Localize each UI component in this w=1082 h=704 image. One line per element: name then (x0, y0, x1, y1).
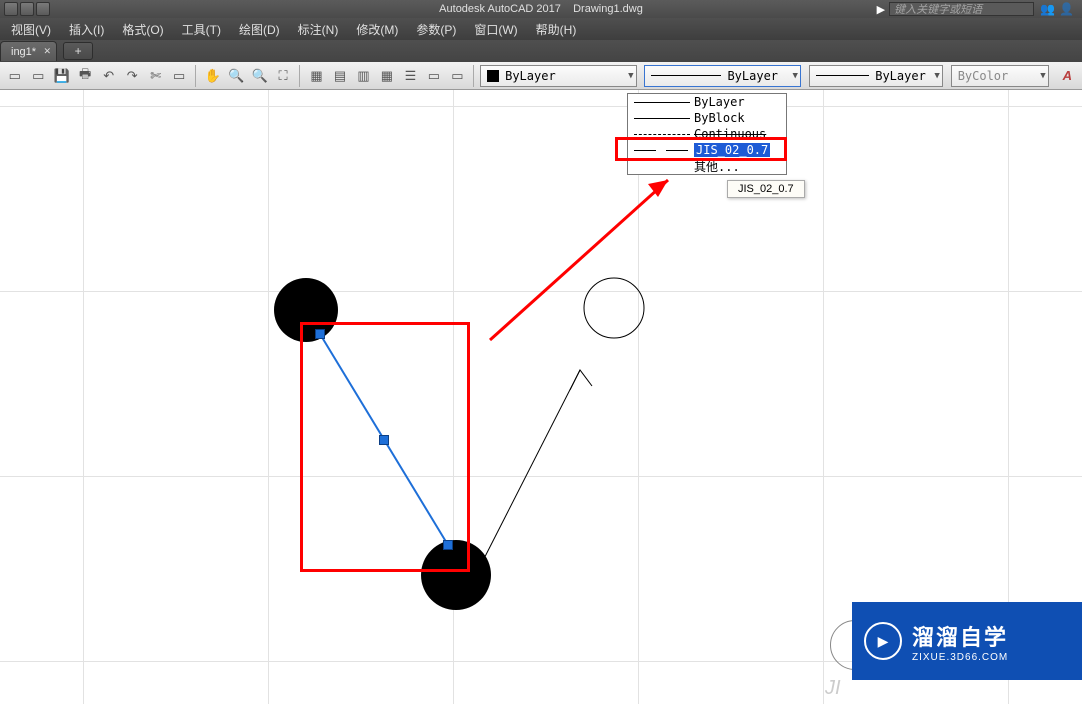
chevron-down-icon: ▼ (934, 71, 939, 81)
grip-end2[interactable] (443, 540, 453, 550)
layout-btn-7[interactable]: ▭ (447, 65, 468, 87)
window-title: Autodesk AutoCAD 2017 Drawing1.dwg (439, 3, 643, 15)
plotstyle-dropdown[interactable]: ByColor ▼ (951, 65, 1049, 87)
zoom-out-btn[interactable]: 🔍 (249, 65, 270, 87)
qat-btn-2[interactable] (20, 2, 34, 16)
linetype-dropdown-list: ByLayer ByBlock Continuous JIS_02_0.7 其他… (627, 93, 787, 175)
menu-tools[interactable]: 工具(T) (173, 21, 230, 38)
linetype-item-byblock[interactable]: ByBlock (628, 110, 786, 126)
linetype-dropdown[interactable]: ByLayer ▼ (644, 65, 800, 87)
menu-parametric[interactable]: 参数(P) (407, 21, 465, 38)
add-tab-button[interactable]: + (63, 42, 93, 60)
print-btn[interactable]: 🖶 (74, 65, 95, 87)
layout-btn-5[interactable]: ☰ (400, 65, 421, 87)
plotstyle-value: ByColor (958, 69, 1009, 83)
line-sample (634, 102, 690, 103)
sep3 (473, 65, 475, 87)
watermark-url: ZIXUE.3D66.COM (912, 652, 1008, 663)
layer-color-value: ByLayer (505, 69, 556, 83)
cut-btn[interactable]: ✄ (145, 65, 166, 87)
line-sample (634, 118, 690, 119)
watermark-zh: 溜溜自学 (912, 620, 1008, 652)
doc-tabstrip: ing1* ✕ + (0, 40, 1082, 62)
linetype-item-other[interactable]: 其他... (628, 158, 786, 174)
search-icon[interactable]: ▶ (877, 3, 885, 16)
layout-btn-2[interactable]: ▤ (329, 65, 350, 87)
redo-btn[interactable]: ↷ (121, 65, 142, 87)
line-sample (634, 150, 690, 151)
menu-window[interactable]: 窗口(W) (465, 21, 526, 38)
title-right-icons: 👥 👤 (1040, 2, 1078, 16)
qat (4, 2, 304, 16)
paste-btn[interactable]: ▭ (168, 65, 189, 87)
doc-tab-drawing1[interactable]: ing1* ✕ (0, 41, 57, 61)
linetype-value: ByLayer (727, 69, 778, 83)
line-sample (816, 75, 869, 76)
grip-mid[interactable] (379, 435, 389, 445)
lineweight-dropdown[interactable]: ByLayer ▼ (809, 65, 943, 87)
menu-view[interactable]: 视图(V) (2, 21, 60, 38)
app-name: Autodesk AutoCAD 2017 (439, 3, 561, 15)
ghost-text: JI (825, 677, 841, 700)
info-search: ▶ 键入关键字或短语 (877, 2, 1034, 16)
menu-dimension[interactable]: 标注(N) (289, 21, 348, 38)
menubar: 视图(V) 插入(I) 格式(O) 工具(T) 绘图(D) 标注(N) 修改(M… (0, 18, 1082, 40)
menu-help[interactable]: 帮助(H) (527, 21, 586, 38)
chevron-down-icon: ▼ (1040, 71, 1045, 81)
open-btn[interactable]: ▭ (27, 65, 48, 87)
lineweight-value: ByLayer (875, 69, 926, 83)
annotation-selection-box (300, 322, 470, 572)
signin-icon[interactable]: 👥 (1040, 2, 1055, 16)
zoom-ext-btn[interactable]: ⛶ (272, 65, 293, 87)
linetype-item-bylayer[interactable]: ByLayer (628, 94, 786, 110)
toolbar: ▭ ▭ 💾 🖶 ↶ ↷ ✄ ▭ ✋ 🔍 🔍 ⛶ ▦ ▤ ▥ ▦ ☰ ▭ ▭ By… (0, 62, 1082, 90)
sep1 (195, 65, 197, 87)
layout-btn-6[interactable]: ▭ (423, 65, 444, 87)
grip-end1[interactable] (315, 329, 325, 339)
chevron-down-icon: ▼ (628, 71, 633, 81)
undo-btn[interactable]: ↶ (98, 65, 119, 87)
linetype-item-continuous[interactable]: Continuous (628, 126, 786, 142)
user-icon[interactable]: 👤 (1059, 2, 1074, 16)
layout-btn-3[interactable]: ▥ (353, 65, 374, 87)
menu-draw[interactable]: 绘图(D) (230, 21, 289, 38)
qat-btn-1[interactable] (4, 2, 18, 16)
doc-tab-label: ing1* (11, 46, 36, 58)
qat-btn-3[interactable] (36, 2, 50, 16)
search-input[interactable]: 键入关键字或短语 (889, 2, 1034, 16)
line-sample (634, 134, 690, 135)
play-icon: ▶ (864, 622, 902, 660)
text-style-btn[interactable]: A (1057, 65, 1078, 87)
layer-color-dropdown[interactable]: ByLayer ▼ (480, 65, 636, 87)
menu-modify[interactable]: 修改(M) (347, 21, 407, 38)
close-icon[interactable]: ✕ (44, 46, 52, 57)
pan-btn[interactable]: ✋ (202, 65, 223, 87)
chevron-down-icon: ▼ (792, 71, 797, 81)
watermark: ▶ 溜溜自学 ZIXUE.3D66.COM (852, 602, 1082, 680)
titlebar: Autodesk AutoCAD 2017 Drawing1.dwg ▶ 键入关… (0, 0, 1082, 18)
linetype-tooltip: JIS_02_0.7 (727, 180, 805, 198)
line-sample (651, 75, 721, 76)
sep2 (299, 65, 301, 87)
menu-format[interactable]: 格式(O) (113, 21, 172, 38)
zoom-in-btn[interactable]: 🔍 (225, 65, 246, 87)
doc-name: Drawing1.dwg (573, 3, 643, 15)
new-btn[interactable]: ▭ (4, 65, 25, 87)
layout-btn-4[interactable]: ▦ (376, 65, 397, 87)
color-swatch (487, 70, 499, 82)
layout-btn-1[interactable]: ▦ (306, 65, 327, 87)
linetype-item-jis[interactable]: JIS_02_0.7 (628, 142, 786, 158)
save-btn[interactable]: 💾 (51, 65, 72, 87)
menu-insert[interactable]: 插入(I) (60, 21, 113, 38)
